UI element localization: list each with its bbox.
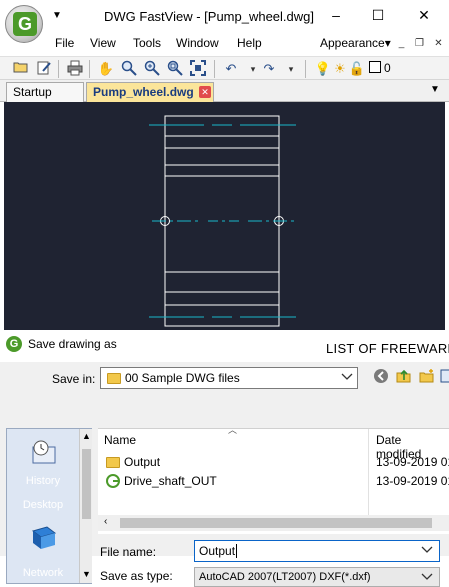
zoom-extents-icon[interactable] (189, 60, 207, 78)
window-title: DWG FastView - [Pump_wheel.dwg] (104, 9, 314, 24)
horizontal-scrollbar[interactable]: ‹ (98, 515, 449, 531)
minimize-button[interactable]: – (320, 2, 352, 28)
chevron-down-icon (341, 371, 353, 384)
tab-pump-wheel[interactable]: Pump_wheel.dwg (86, 82, 214, 102)
scroll-up-icon[interactable]: ▲ (82, 431, 91, 441)
zoom-window-icon[interactable] (166, 60, 184, 78)
app-logo[interactable]: G (5, 5, 43, 43)
mdi-restore-icon[interactable]: ❐ (413, 38, 426, 51)
history-icon[interactable] (29, 439, 59, 472)
menu-window[interactable]: Window (176, 36, 219, 50)
file-list: ︿ Name Date modified Output 13-09-2019 0… (98, 425, 449, 534)
tab-label: Pump_wheel.dwg (93, 85, 194, 99)
sort-up-icon: ︿ (228, 425, 238, 435)
view-menu-icon[interactable] (440, 368, 449, 386)
scroll-thumb[interactable] (82, 449, 91, 519)
watermark-text: LIST OF FREEWARE (326, 341, 449, 356)
tab-close-icon[interactable]: ✕ (199, 86, 211, 98)
open-icon[interactable] (12, 60, 30, 78)
new-folder-icon[interactable] (418, 368, 436, 386)
scroll-left-icon[interactable]: ‹ (104, 516, 107, 527)
file-name-label: File name: (100, 545, 157, 559)
toolbar: ✋ ↶ ▾ ↷ ▾ 💡 ☀ 🔓 0 (0, 56, 449, 80)
maximize-button[interactable]: ☐ (362, 2, 394, 28)
dialog-title: Save drawing as (28, 337, 117, 351)
zoom-icon[interactable] (120, 60, 138, 78)
menu-view[interactable]: View (90, 36, 116, 50)
scroll-down-icon[interactable]: ▼ (82, 569, 91, 579)
toolbar-separator (305, 60, 306, 78)
menu-help[interactable]: Help (237, 36, 262, 50)
folder-icon (107, 373, 121, 384)
quick-access-dropdown-icon[interactable]: ▼ (52, 10, 62, 21)
close-button[interactable]: ✕ (408, 2, 440, 28)
undo-icon[interactable]: ↶ (222, 60, 240, 78)
drawing-view (149, 115, 296, 327)
lock-icon[interactable]: 🔓 (348, 60, 366, 78)
sun-icon[interactable]: ☀ (331, 60, 349, 78)
menu-tools[interactable]: Tools (133, 36, 161, 50)
column-name[interactable]: Name (104, 433, 136, 447)
edit-icon[interactable] (35, 60, 53, 78)
save-as-type-value: AutoCAD 2007(LT2007) DXF(*.dxf) (199, 571, 371, 583)
back-icon[interactable] (372, 368, 390, 386)
toolbar-separator (214, 60, 215, 78)
tab-list-dropdown-icon[interactable]: ▼ (430, 84, 440, 95)
up-folder-icon[interactable] (395, 368, 413, 386)
dialog-body: Save in: 00 Sample DWG files History Des (0, 362, 449, 587)
document-tab-bar: Startup Page Pump_wheel.dwg ✕ ▼ (0, 80, 449, 117)
network-icon[interactable] (29, 523, 59, 556)
save-as-type-label: Save as type: (100, 569, 173, 583)
places-scrollbar[interactable]: ▲ ▼ (79, 429, 92, 583)
redo-dropdown-icon[interactable]: ▾ (282, 60, 300, 78)
save-in-value: 00 Sample DWG files (125, 371, 240, 385)
app-small-icon: G (6, 336, 22, 352)
file-date: 13-09-2019 01 (376, 474, 449, 488)
place-network[interactable]: Network (7, 567, 79, 579)
save-drawing-dialog: G Save drawing as LIST OF FREEWARE Save … (0, 330, 449, 587)
folder-icon (106, 457, 120, 468)
tab-startup-page[interactable]: Startup Page (6, 82, 84, 117)
menu-file[interactable]: File (55, 36, 74, 50)
file-name-field[interactable]: Output (194, 540, 440, 562)
list-item[interactable]: Output 13-09-2019 01 (98, 453, 449, 471)
pan-icon[interactable]: ✋ (97, 60, 115, 78)
mdi-minimize-icon[interactable]: _ (395, 38, 408, 51)
color-swatch-icon[interactable] (366, 60, 384, 78)
redo-icon[interactable]: ↷ (260, 60, 278, 78)
dwg-file-icon (106, 474, 120, 491)
file-name: Output (124, 455, 161, 469)
menu-appearance[interactable]: Appearance▾ (320, 36, 391, 50)
scroll-thumb[interactable] (120, 518, 432, 528)
menu-bar: File View Tools Window Help Appearance▾ … (0, 34, 449, 54)
places-bar: History Desktop Network ▲ ▼ (6, 428, 92, 584)
title-bar: G ▼ DWG FastView - [Pump_wheel.dwg] – ☐ … (0, 0, 449, 43)
print-icon[interactable] (66, 60, 84, 78)
light-bulb-icon[interactable]: 💡 (314, 60, 332, 78)
zoom-in-icon[interactable] (143, 60, 161, 78)
current-layer[interactable]: 0 (384, 61, 391, 75)
place-desktop[interactable]: Desktop (7, 499, 79, 511)
drawing-canvas[interactable] (4, 102, 445, 330)
chevron-down-icon (421, 571, 433, 584)
place-history[interactable]: History (7, 475, 79, 487)
save-in-dropdown[interactable]: 00 Sample DWG files (100, 367, 358, 389)
file-name: Drive_shaft_OUT (124, 474, 217, 488)
save-in-label: Save in: (52, 372, 96, 386)
list-item[interactable]: Drive_shaft_OUT 13-09-2019 01 (98, 472, 449, 490)
mdi-close-icon[interactable]: ✕ (432, 38, 445, 51)
file-date: 13-09-2019 01 (376, 455, 449, 469)
app-logo-letter: G (13, 12, 37, 36)
save-as-type-dropdown[interactable]: AutoCAD 2007(LT2007) DXF(*.dxf) (194, 567, 440, 587)
chevron-down-icon[interactable] (421, 544, 433, 557)
toolbar-separator (58, 60, 59, 78)
toolbar-separator (89, 60, 90, 78)
